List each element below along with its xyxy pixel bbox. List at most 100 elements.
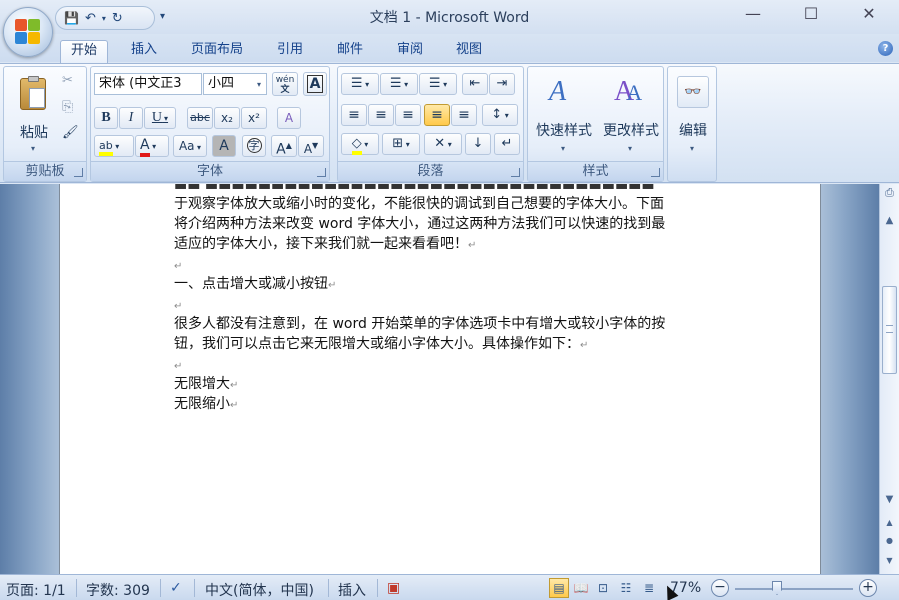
paragraph-mark: ↵ [580,340,589,351]
paste-button[interactable]: 粘贴 ▾ [9,71,57,157]
change-case-button[interactable]: Aa ▾ [173,135,207,157]
outline-view-icon[interactable]: ☷ [616,578,636,598]
full-screen-reading-view-icon[interactable]: 📖 [571,578,591,598]
shrink-font-button[interactable]: A▼ [298,135,324,157]
scroll-down-button[interactable]: ▼ [881,491,898,508]
clipboard-launcher-icon[interactable] [74,168,83,177]
zoom-in-button[interactable]: + [859,579,877,597]
italic-button[interactable]: I [119,107,143,129]
strikethrough-button[interactable]: abc [187,107,213,129]
tab-review[interactable]: 审阅 [386,40,434,64]
font-color-button[interactable]: A ▾ [135,135,169,157]
bullets-button[interactable]: ☰ ▾ [341,73,379,95]
tab-page-layout[interactable]: 页面布局 [180,40,254,64]
styles-launcher-icon[interactable] [651,168,660,177]
line-spacing-button[interactable]: ↕ ▾ [482,104,518,126]
paragraph-mark: ↵ [230,400,239,411]
enclose-characters-button[interactable]: 字 [242,135,266,157]
shrink-font-icon: A [303,142,313,156]
increase-indent-button[interactable]: ⇥ [489,73,515,95]
vertical-scrollbar[interactable]: ⎙ ▲ ▼ ▲ ● ▼ [879,184,899,574]
insert-mode-status[interactable]: 插入 [338,580,366,600]
tab-references[interactable]: 引用 [268,40,312,64]
paste-label: 粘贴 [20,125,48,141]
editing-dropdown-icon: ▾ [690,144,695,153]
change-case-icon: Aa [178,139,195,153]
zoom-slider-track[interactable] [735,588,853,590]
bold-button[interactable]: B [94,107,118,129]
quick-styles-button[interactable]: A 快速样式 ▾ [530,71,596,157]
copy-icon[interactable]: ⎘ [62,99,73,115]
doc-line-1: 于观察字体放大或缩小时的变化，不能很快的调试到自己想要的字体大小。下面 [174,196,664,212]
sort-button[interactable]: ↓ [465,133,491,155]
font-size-dropdown-icon[interactable]: ▾ [257,80,261,89]
status-divider [76,579,77,597]
character-border-button[interactable]: A [303,72,327,96]
web-layout-view-icon[interactable]: ⊡ [593,578,613,598]
ruler-toggle-icon[interactable]: ⎙ [881,184,898,201]
text-highlight-button[interactable]: ab ▾ [94,135,134,157]
print-layout-view-icon[interactable]: ▤ [549,578,569,598]
minimize-button[interactable]: — [730,0,776,30]
font-name-combo[interactable]: 宋体 (中文正3 [94,73,202,95]
change-styles-button[interactable]: AA 更改样式 ▾ [597,71,663,157]
multilevel-list-button[interactable]: ☰ ▾ [419,73,457,95]
font-launcher-icon[interactable] [317,168,326,177]
underline-icon: U [151,110,163,125]
numbering-button[interactable]: ☰ ▾ [380,73,418,95]
tab-mailings[interactable]: 邮件 [326,40,374,64]
previous-page-button[interactable]: ▲ [881,514,898,531]
find-binoculars-icon: 👓 [677,76,709,108]
editing-button[interactable]: 👓 编辑 ▾ [671,71,713,157]
clear-formatting-button[interactable]: A [277,107,301,129]
paste-dropdown-icon: ▾ [31,144,36,153]
shading-button[interactable]: ◇ ▾ [341,133,379,155]
align-left-button[interactable]: ≡ [341,104,367,126]
font-group: 宋体 (中文正3 小四 ▾ wén 文 A B I U ▾ abc x₂ x² A… [90,66,330,182]
zoom-slider-thumb[interactable] [772,581,782,595]
center-button[interactable]: ≡ [368,104,394,126]
align-right-button[interactable]: ≡ [395,104,421,126]
borders-icon: ⊞ [392,136,404,151]
close-button[interactable]: ✕ [846,0,892,30]
character-shading-button[interactable]: A [212,135,236,157]
scroll-thumb[interactable] [882,286,897,374]
asian-layout-button[interactable]: ✕ ▾ [424,133,462,155]
numbering-icon: ☰ [389,76,402,91]
macro-record-icon[interactable]: ▣ [387,580,400,596]
next-page-button[interactable]: ▼ [881,552,898,569]
doc-heading-1: 一、点击增大或减小按钮↵ [174,276,337,292]
format-painter-icon[interactable]: 🖌 [62,125,79,140]
superscript-button[interactable]: x² [241,107,267,129]
show-hide-marks-button[interactable]: ↵ [494,133,520,155]
paragraph-launcher-icon[interactable] [511,168,520,177]
tab-home[interactable]: 开始 [60,40,108,64]
highlight-icon: ab [99,139,113,156]
word-count-status[interactable]: 字数: 309 [86,580,150,600]
quick-styles-label: 快速样式 [536,123,592,139]
tab-insert[interactable]: 插入 [122,40,166,64]
styles-group-label: 样式 [528,161,663,181]
help-icon[interactable]: ? [878,41,893,56]
borders-button[interactable]: ⊞ ▾ [382,133,420,155]
decrease-indent-button[interactable]: ⇤ [462,73,488,95]
underline-button[interactable]: U ▾ [144,107,176,129]
maximize-button[interactable]: ☐ [788,0,834,30]
doc-line-3: 适应的字体大小，接下来我们就一起来看看吧！↵ [174,236,477,252]
grow-font-button[interactable]: A▲ [271,135,297,158]
pinyin-guide-button[interactable]: wén 文 [272,72,298,96]
page-count-status[interactable]: 页面: 1/1 [6,580,66,600]
bullets-icon: ☰ [350,76,363,91]
distributed-button[interactable]: ≡ [451,104,477,126]
draft-view-icon[interactable]: ≣ [639,578,659,598]
justify-button[interactable]: ≡ [424,104,450,126]
proofing-icon[interactable]: ✓ [170,580,182,596]
select-browse-object-button[interactable]: ● [881,532,898,549]
language-status[interactable]: 中文(简体，中国) [205,580,314,600]
office-button[interactable] [3,7,53,57]
subscript-button[interactable]: x₂ [214,107,240,129]
scroll-up-button[interactable]: ▲ [881,212,898,229]
tab-view[interactable]: 视图 [445,40,493,64]
zoom-out-button[interactable]: − [711,579,729,597]
cut-icon[interactable]: ✂ [62,73,73,88]
